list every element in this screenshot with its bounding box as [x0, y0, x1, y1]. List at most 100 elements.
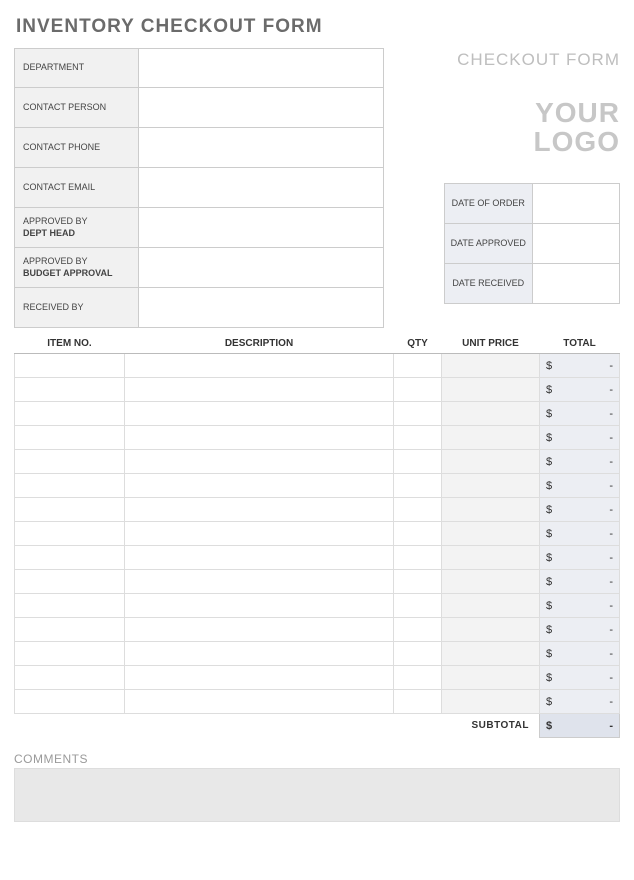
cell-description[interactable] — [125, 426, 394, 450]
cell-qty[interactable] — [394, 378, 442, 402]
info-field-row: RECEIVED BY — [14, 288, 384, 328]
cell-total: $- — [540, 450, 620, 474]
cell-description[interactable] — [125, 522, 394, 546]
cell-qty[interactable] — [394, 354, 442, 378]
date-field-input[interactable] — [532, 263, 620, 303]
cell-unit-price[interactable] — [442, 594, 540, 618]
info-field-input[interactable] — [139, 248, 383, 287]
cell-unit-price[interactable] — [442, 522, 540, 546]
cell-qty[interactable] — [394, 642, 442, 666]
table-row: $- — [15, 570, 620, 594]
cell-qty[interactable] — [394, 402, 442, 426]
cell-qty[interactable] — [394, 522, 442, 546]
cell-qty[interactable] — [394, 690, 442, 714]
cell-description[interactable] — [125, 450, 394, 474]
cell-item-no[interactable] — [15, 642, 125, 666]
info-field-row: APPROVED BYBUDGET APPROVAL — [14, 248, 384, 288]
cell-qty[interactable] — [394, 618, 442, 642]
cell-qty[interactable] — [394, 666, 442, 690]
date-field-input[interactable] — [532, 183, 620, 223]
cell-item-no[interactable] — [15, 618, 125, 642]
info-field-input[interactable] — [139, 288, 383, 327]
info-field-input[interactable] — [139, 128, 383, 167]
cell-description[interactable] — [125, 570, 394, 594]
cell-qty[interactable] — [394, 498, 442, 522]
table-row: $- — [15, 618, 620, 642]
cell-item-no[interactable] — [15, 402, 125, 426]
header-total: TOTAL — [540, 336, 620, 354]
cell-item-no[interactable] — [15, 690, 125, 714]
cell-description[interactable] — [125, 378, 394, 402]
cell-qty[interactable] — [394, 570, 442, 594]
cell-total: $- — [540, 666, 620, 690]
date-field-label: DATE OF ORDER — [445, 183, 533, 223]
cell-unit-price[interactable] — [442, 570, 540, 594]
info-field-row: CONTACT PHONE — [14, 128, 384, 168]
date-field-label: DATE APPROVED — [445, 223, 533, 263]
cell-qty[interactable] — [394, 426, 442, 450]
info-field-input[interactable] — [139, 49, 383, 87]
info-field-label: CONTACT PHONE — [15, 128, 139, 167]
cell-item-no[interactable] — [15, 498, 125, 522]
cell-unit-price[interactable] — [442, 426, 540, 450]
cell-description[interactable] — [125, 474, 394, 498]
cell-unit-price[interactable] — [442, 378, 540, 402]
cell-item-no[interactable] — [15, 666, 125, 690]
cell-unit-price[interactable] — [442, 498, 540, 522]
cell-item-no[interactable] — [15, 570, 125, 594]
cell-unit-price[interactable] — [442, 690, 540, 714]
comments-label: COMMENTS — [14, 752, 620, 766]
cell-unit-price[interactable] — [442, 402, 540, 426]
info-field-label: APPROVED BYDEPT HEAD — [15, 208, 139, 247]
info-field-input[interactable] — [139, 208, 383, 247]
cell-item-no[interactable] — [15, 450, 125, 474]
cell-total: $- — [540, 642, 620, 666]
cell-description[interactable] — [125, 618, 394, 642]
cell-qty[interactable] — [394, 474, 442, 498]
cell-description[interactable] — [125, 594, 394, 618]
cell-unit-price[interactable] — [442, 450, 540, 474]
date-field-input[interactable] — [532, 223, 620, 263]
cell-description[interactable] — [125, 690, 394, 714]
cell-description[interactable] — [125, 498, 394, 522]
cell-item-no[interactable] — [15, 378, 125, 402]
cell-item-no[interactable] — [15, 426, 125, 450]
info-field-input[interactable] — [139, 168, 383, 207]
cell-total: $- — [540, 474, 620, 498]
cell-qty[interactable] — [394, 546, 442, 570]
cell-description[interactable] — [125, 546, 394, 570]
cell-description[interactable] — [125, 354, 394, 378]
cell-qty[interactable] — [394, 450, 442, 474]
cell-item-no[interactable] — [15, 522, 125, 546]
comments-input[interactable] — [14, 768, 620, 822]
cell-item-no[interactable] — [15, 354, 125, 378]
cell-item-no[interactable] — [15, 474, 125, 498]
cell-qty[interactable] — [394, 594, 442, 618]
logo-placeholder: YOUR LOGO — [444, 98, 620, 157]
cell-unit-price[interactable] — [442, 642, 540, 666]
cell-description[interactable] — [125, 642, 394, 666]
cell-item-no[interactable] — [15, 546, 125, 570]
cell-unit-price[interactable] — [442, 546, 540, 570]
table-row: $- — [15, 378, 620, 402]
cell-item-no[interactable] — [15, 594, 125, 618]
cell-description[interactable] — [125, 666, 394, 690]
table-row: $- — [15, 474, 620, 498]
cell-unit-price[interactable] — [442, 354, 540, 378]
cell-unit-price[interactable] — [442, 618, 540, 642]
table-row: $- — [15, 546, 620, 570]
info-field-row: CONTACT PERSON — [14, 88, 384, 128]
cell-total: $- — [540, 570, 620, 594]
header-item-no: ITEM NO. — [15, 336, 125, 354]
table-row: $- — [15, 426, 620, 450]
table-row: $- — [15, 666, 620, 690]
cell-total: $- — [540, 378, 620, 402]
cell-description[interactable] — [125, 402, 394, 426]
cell-unit-price[interactable] — [442, 666, 540, 690]
info-field-input[interactable] — [139, 88, 383, 127]
table-row: $- — [15, 498, 620, 522]
cell-total: $- — [540, 426, 620, 450]
table-row: $- — [15, 450, 620, 474]
cell-unit-price[interactable] — [442, 474, 540, 498]
table-row: $- — [15, 690, 620, 714]
